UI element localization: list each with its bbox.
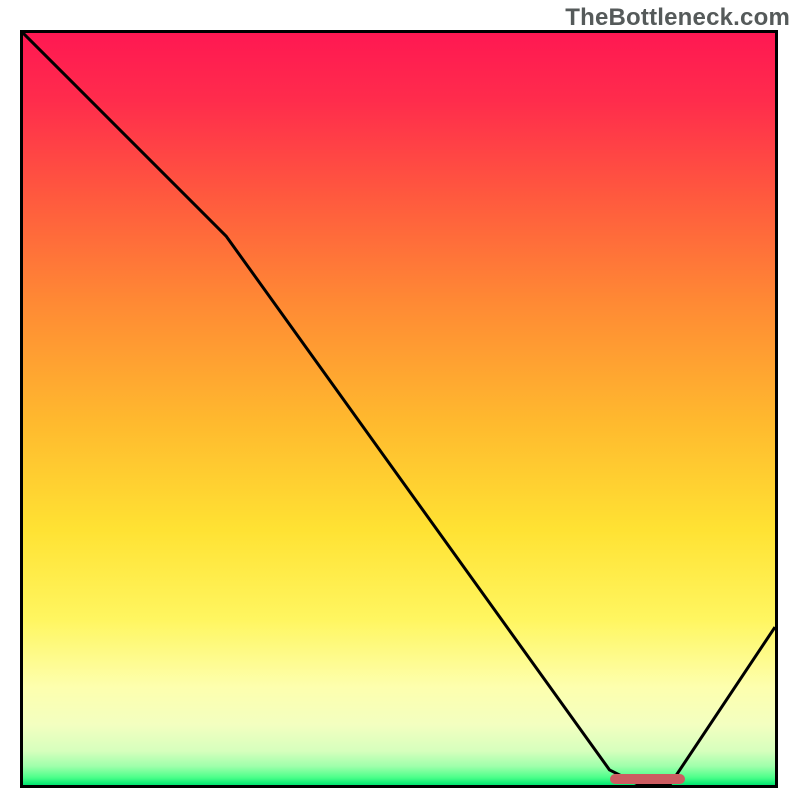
watermark-text: TheBottleneck.com bbox=[565, 4, 790, 32]
chart-frame: TheBottleneck.com bbox=[0, 0, 800, 800]
curve-path bbox=[23, 33, 775, 785]
bottleneck-curve bbox=[23, 33, 775, 785]
optimal-range-marker bbox=[610, 774, 685, 784]
plot-area bbox=[20, 30, 778, 788]
